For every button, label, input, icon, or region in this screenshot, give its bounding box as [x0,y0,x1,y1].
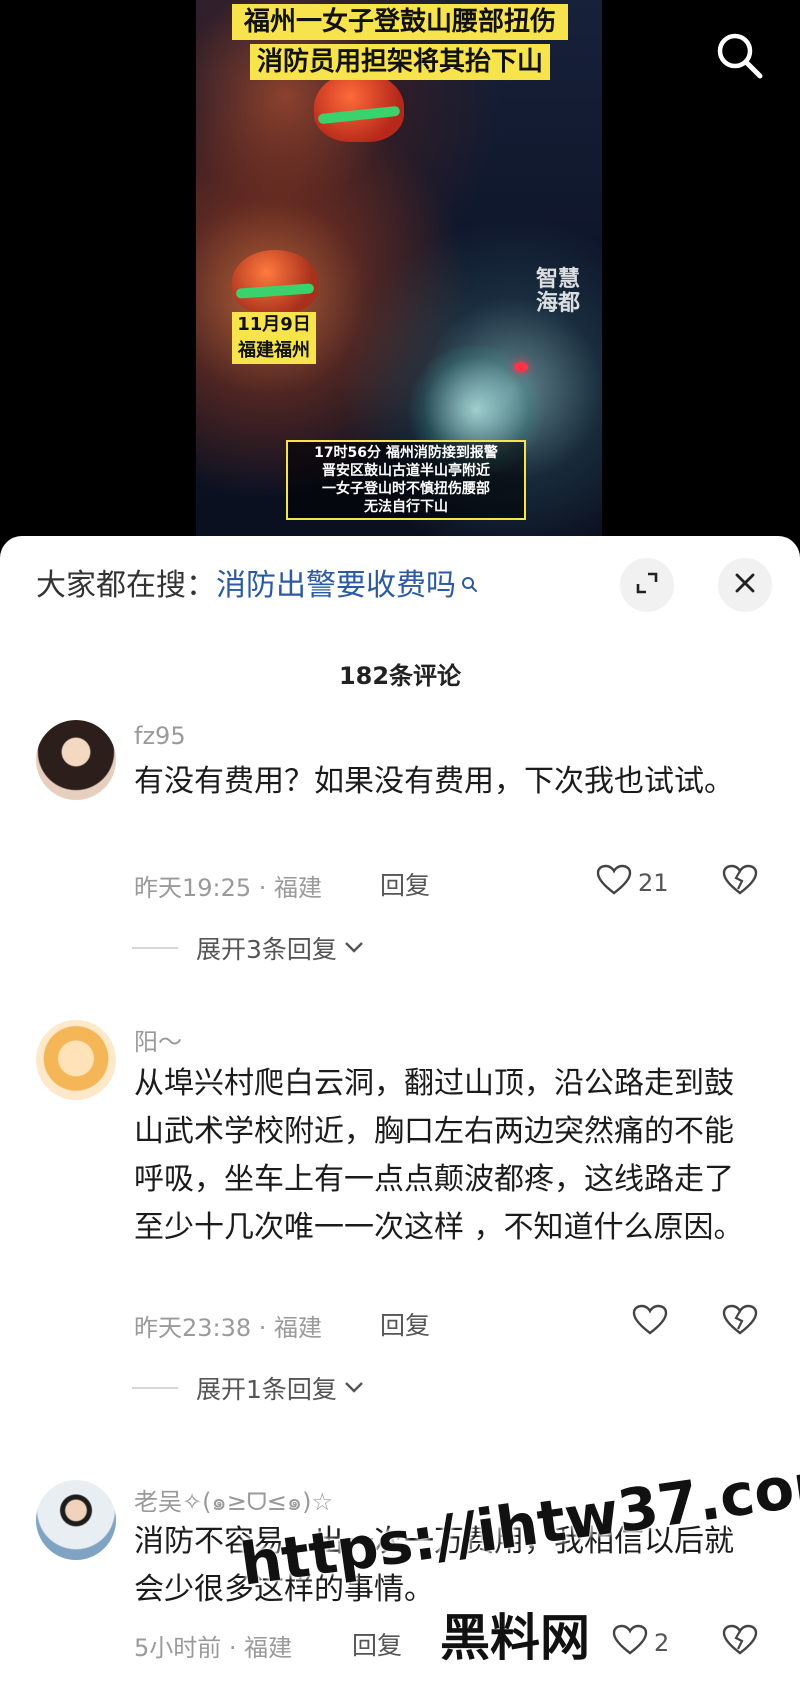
video-player[interactable]: 福州一女子登鼓山腰部扭伤 消防员用担架将其抬下山 11月9日 福建福州 智慧海都… [0,0,800,560]
expand-replies-label: 展开3条回复 [196,935,337,964]
search-icon[interactable] [712,28,768,84]
comment-username[interactable]: 阳～ [134,1022,182,1057]
expand-replies-label: 展开1条回复 [196,1375,337,1404]
chevron-down-icon [343,1379,365,1398]
heart-icon [596,864,632,902]
expand-replies[interactable]: 展开1条回复 [132,1370,365,1406]
avatar[interactable] [36,1020,116,1100]
like-button[interactable]: 2 [612,1624,669,1662]
reply-button[interactable]: 回复 [352,1626,402,1662]
close-icon [734,572,756,598]
like-count: 21 [638,869,669,897]
trending-query-link[interactable]: 消防出警要收费吗 [216,568,456,603]
broken-heart-icon [722,864,758,900]
broken-heart-icon [722,1624,758,1660]
video-watermark: 智慧海都 [535,267,580,316]
video-date-tag: 11月9日 福建福州 [232,312,316,364]
expand-replies[interactable]: 展开3条回复 [132,930,365,966]
divider-line [132,947,178,949]
dislike-button[interactable] [722,864,758,900]
search-icon[interactable] [460,566,478,606]
video-info-line: 晋安区鼓山古道半山亭附近 [322,463,490,479]
red-light [514,362,528,372]
expand-icon [634,570,660,600]
video-headline-2: 消防员用担架将其抬下山 [250,44,550,80]
video-info-box: 17时56分 福州消防接到报警 晋安区鼓山古道半山亭附近 一女子登山时不慎扭伤腰… [286,440,526,520]
heart-icon [612,1624,648,1662]
comment-username[interactable]: 老吴✧(๑≥ᗜ≤๑)☆ [134,1482,333,1521]
comment-text: 从埠兴村爬白云洞，翻过山顶，沿公路走到鼓山武术学校附近，胸口左右两边突然痛的不能… [134,1066,744,1245]
dislike-button[interactable] [722,1304,758,1340]
video-date: 11月9日 [237,314,311,335]
like-button[interactable]: 21 [596,864,669,902]
avatar[interactable] [36,1480,116,1560]
video-headline-1: 福州一女子登鼓山腰部扭伤 [232,4,568,40]
comment-meta: 昨天19:25 · 福建 [134,874,323,902]
heart-icon [632,1304,668,1342]
comment-meta: 昨天23:38 · 福建 [134,1314,323,1342]
reply-button[interactable]: 回复 [380,866,430,902]
comment-username[interactable]: fz95 [134,722,186,750]
broken-heart-icon [722,1304,758,1340]
like-count: 2 [654,1629,670,1657]
comment-count: 182条评论 [338,662,462,690]
video-info-line: 17时56分 福州消防接到报警 [314,445,498,461]
firefighter-helmet [232,250,318,314]
trending-prefix: 大家都在搜： [36,568,216,603]
like-button[interactable] [632,1304,674,1342]
video-info-line: 一女子登山时不慎扭伤腰部 [322,481,490,497]
watermark-site-name: 黑料网 [440,1609,590,1667]
divider-line [132,1387,178,1389]
video-location: 福建福州 [238,340,310,361]
avatar[interactable] [36,720,116,800]
expand-button[interactable] [620,558,674,612]
chevron-down-icon [343,939,365,958]
video-info-line: 无法自行下山 [364,499,448,515]
comment-meta: 5小时前 · 福建 [134,1634,293,1662]
reply-button[interactable]: 回复 [380,1306,430,1342]
trending-search-bar: 大家都在搜：消防出警要收费吗 [36,566,478,606]
close-button[interactable] [718,558,772,612]
comment-text: 有没有费用？如果没有费用，下次我也试试。 [134,764,734,799]
dislike-button[interactable] [722,1624,758,1660]
